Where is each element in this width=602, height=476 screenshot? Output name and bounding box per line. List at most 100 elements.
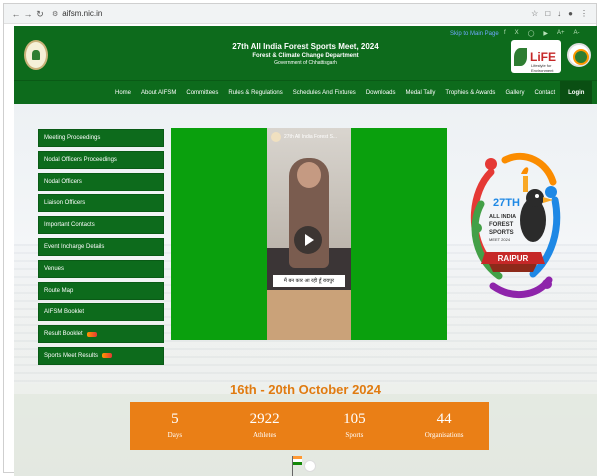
stat-label: Sports xyxy=(345,431,364,439)
video-caption: मैं बन कार आ रही हूँ रायपुर xyxy=(273,275,345,287)
stat-value: 2922 xyxy=(249,411,280,427)
stat-athletes: 2922 Athletes xyxy=(220,402,310,450)
stat-label: Days xyxy=(167,431,183,439)
stat-label: Athletes xyxy=(252,431,277,439)
video-channel-name: 27th All India Forest S... xyxy=(284,134,338,140)
event-dates: 16th - 20th October 2024 xyxy=(230,382,381,397)
mascot-year-text: 27TH xyxy=(493,197,520,209)
site-subtitle: Forest & Climate Change Department xyxy=(252,53,359,59)
side-menu-item-label: Venues xyxy=(44,265,65,272)
main-navigation: Home About AIFSM Committees Rules & Regulat… xyxy=(14,80,597,105)
mascot-line4: SPORTS xyxy=(489,230,514,236)
youtube-icon[interactable]: ▶ xyxy=(543,30,548,37)
x-icon[interactable]: X xyxy=(515,30,519,37)
nav-item-committees[interactable]: Committees xyxy=(181,81,223,105)
side-menu-item-event-incharge-details[interactable]: Event Incharge Details xyxy=(38,237,164,256)
address-bar[interactable]: ⚙ aifsm.nic.in xyxy=(52,9,102,18)
side-menu-item-label: Result Booklet xyxy=(44,331,83,338)
facebook-icon[interactable]: f xyxy=(504,30,506,37)
site-info-icon[interactable]: ⚙ xyxy=(52,10,58,18)
side-menu-item-label: Important Contacts xyxy=(44,222,95,229)
nav-item-medal-tally[interactable]: Medal Tally xyxy=(401,81,441,105)
nav-item-about-aifsm[interactable]: About AIFSM xyxy=(136,81,181,105)
side-menu-item-label: Meeting Proceedings xyxy=(44,135,101,141)
side-menu-item-result-booklet[interactable]: Result Booklet xyxy=(38,325,164,344)
menu-icon[interactable]: ⋮ xyxy=(580,9,588,18)
side-menu-item-label: Event Incharge Details xyxy=(44,243,105,250)
star-icon[interactable]: ☆ xyxy=(531,9,538,18)
nav-item-contact[interactable]: Contact xyxy=(529,81,560,105)
stat-days: 5 Days xyxy=(130,402,220,450)
arrow-right-icon[interactable]: → xyxy=(22,6,34,22)
mascot-line3: FOREST xyxy=(489,222,514,228)
extensions-icon[interactable]: □ xyxy=(545,9,550,18)
channel-logo-icon xyxy=(271,132,281,142)
side-menu-item-sports-meet-results[interactable]: Sports Meet Results xyxy=(38,346,164,365)
side-menu: Meeting Proceedings Nodal Officers Procee… xyxy=(38,129,164,369)
video-desk xyxy=(267,290,351,340)
side-menu-item-meeting-proceedings[interactable]: Meeting Proceedings xyxy=(38,129,164,147)
side-menu-item-liaison-officers[interactable]: Liaison Officers xyxy=(38,194,164,213)
main-content: Meeting Proceedings Nodal Officers Procee… xyxy=(14,104,597,476)
side-menu-item-label: Route Map xyxy=(44,287,74,294)
nav-item-downloads[interactable]: Downloads xyxy=(361,81,401,105)
side-menu-item-route-map[interactable]: Route Map xyxy=(38,281,164,300)
side-menu-item-important-contacts[interactable]: Important Contacts xyxy=(38,216,164,235)
stat-value: 105 xyxy=(343,411,366,427)
video-person-face xyxy=(297,162,321,188)
play-button[interactable] xyxy=(294,226,322,254)
site-header: Skip to Main Page f X ◯ ▶ A+ A- 27th All… xyxy=(14,26,597,88)
reload-icon[interactable]: ↻ xyxy=(34,6,46,22)
side-menu-item-label: Nodal Officers xyxy=(44,178,82,185)
event-mascot-logo: 27TH ALL INDIA FOREST SPORTS MEET 2024 R… xyxy=(470,152,561,299)
url-text: aifsm.nic.in xyxy=(62,9,103,18)
download-icon[interactable]: ↓ xyxy=(557,9,561,18)
arrow-left-icon[interactable]: ← xyxy=(10,6,22,22)
life-logo[interactable]: LiFE Lifestyle for Environment xyxy=(511,40,561,73)
mascot-line2: ALL INDIA xyxy=(489,214,516,220)
stats-bar: 5 Days 2922 Athletes 105 Sports 44 Organisation… xyxy=(130,402,489,450)
browser-toolbar: ← → ↻ ⚙ aifsm.nic.in ☆ □ ↓ ● ⋮ xyxy=(4,4,596,24)
site-title-block: 27th All India Forest Sports Meet, 2024 … xyxy=(14,42,597,66)
stat-sports: 105 Sports xyxy=(310,402,400,450)
nav-item-schedules-and-fixtures[interactable]: Schedules And Fixtures xyxy=(288,81,361,105)
video-channel-bar: 27th All India Forest S... xyxy=(271,132,337,142)
mascot-city-text: RAIPUR xyxy=(498,254,529,263)
video-frame[interactable]: 27th All India Forest S... मैं बन कार आ … xyxy=(267,128,351,340)
nav-item-home[interactable]: Home xyxy=(110,81,136,105)
font-increase-icon[interactable]: A+ xyxy=(557,30,565,37)
site-subtitle-government: Government of Chhattisgarh xyxy=(274,60,337,66)
life-logo-text: LiFE xyxy=(530,49,556,64)
font-decrease-icon[interactable]: A- xyxy=(574,30,580,37)
new-badge-icon xyxy=(102,353,113,359)
profile-icon[interactable]: ● xyxy=(568,9,573,18)
stat-label: Organisations xyxy=(424,431,464,439)
side-menu-item-nodal-officers[interactable]: Nodal Officers xyxy=(38,172,164,191)
india-flag-icon xyxy=(292,456,302,476)
nav-item-trophies-awards[interactable]: Trophies & Awards xyxy=(440,81,500,105)
side-menu-item-venues[interactable]: Venues xyxy=(38,259,164,278)
stat-value: 5 xyxy=(171,411,179,427)
nav-item-rules-regulations[interactable]: Rules & Regulations xyxy=(223,81,287,105)
social-links: f X ◯ ▶ A+ A- xyxy=(504,30,580,37)
life-logo-subtext: Lifestyle for Environment xyxy=(531,63,554,73)
nav-item-login[interactable]: Login xyxy=(560,81,593,105)
mascot-line5: MEET 2024 xyxy=(489,237,511,242)
side-menu-item-label: Liaison Officers xyxy=(44,200,86,207)
new-badge-icon xyxy=(86,331,97,337)
site-title: 27th All India Forest Sports Meet, 2024 xyxy=(232,42,379,51)
instagram-icon[interactable]: ◯ xyxy=(528,30,535,37)
stat-organisations: 44 Organisations xyxy=(399,402,489,450)
side-menu-item-label: AIFSM Booklet xyxy=(44,309,85,316)
forest-department-emblem-icon xyxy=(567,43,591,67)
side-menu-item-label: Sports Meet Results xyxy=(44,352,99,359)
video-player[interactable]: 27th All India Forest S... मैं बन कार आ … xyxy=(171,128,447,340)
nav-item-gallery[interactable]: Gallery xyxy=(500,81,529,105)
leaf-icon xyxy=(514,47,527,66)
side-menu-item-nodal-officers-proceedings[interactable]: Nodal Officers Proceedings xyxy=(38,150,164,169)
emblem-icon xyxy=(304,460,316,472)
stat-value: 44 xyxy=(436,411,452,427)
skip-to-main-link[interactable]: Skip to Main Page xyxy=(450,31,499,37)
side-menu-item-label: Nodal Officers Proceedings xyxy=(44,156,117,163)
side-menu-item-aifsm-booklet[interactable]: AIFSM Booklet xyxy=(38,303,164,322)
